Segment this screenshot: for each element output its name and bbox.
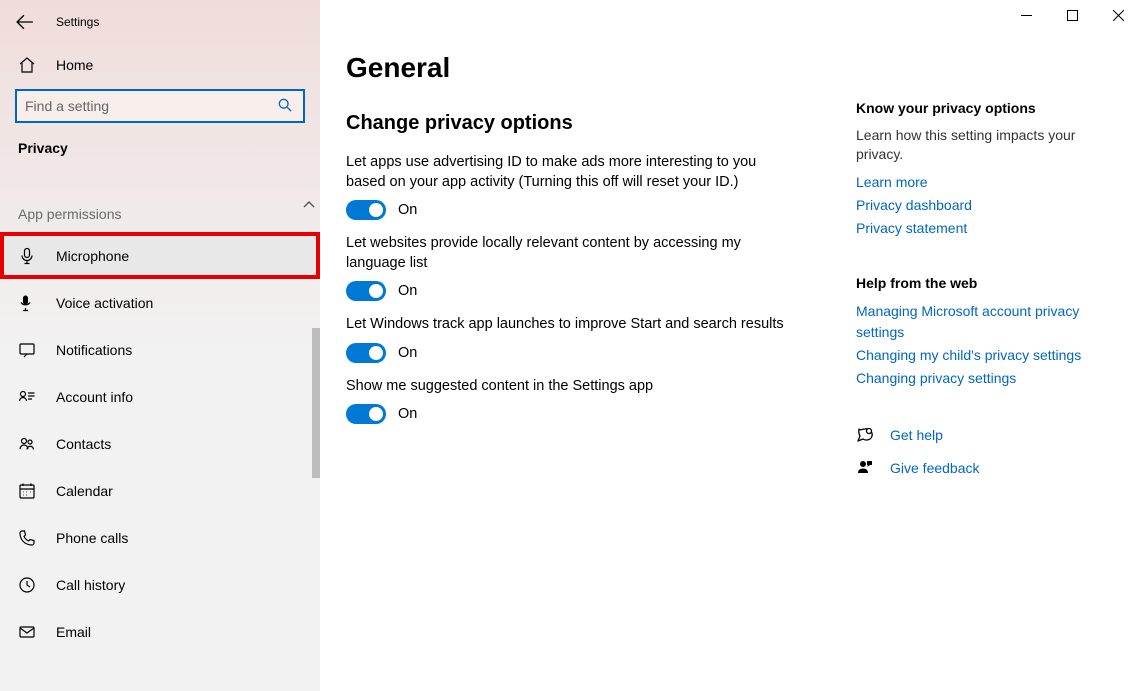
section-title: Change privacy options (346, 112, 846, 135)
option-description: Show me suggested content in the Setting… (346, 377, 786, 397)
back-icon[interactable] (16, 13, 34, 31)
toggle-state-label: On (398, 202, 417, 218)
page-title: General (346, 52, 846, 84)
give-feedback-link[interactable]: Give feedback (890, 458, 980, 479)
sidebar-item-label: Call history (56, 577, 125, 593)
calendar-icon (18, 482, 36, 500)
sidebar-item-label: Phone calls (56, 530, 128, 546)
sidebar-item-voice-activation[interactable]: Voice activation (0, 279, 320, 326)
phone-icon (18, 529, 36, 547)
sidebar-item-email[interactable]: Email (0, 608, 320, 655)
feedback-icon (856, 459, 874, 477)
toggle-app-launches[interactable] (346, 343, 386, 363)
toggle-state-label: On (398, 283, 417, 299)
call-history-icon (18, 576, 36, 594)
sidebar-item-label: Microphone (56, 248, 129, 264)
home-icon (18, 56, 36, 74)
sidebar-scrollbar-thumb[interactable] (312, 328, 320, 478)
contacts-icon (18, 435, 36, 453)
learn-more-link[interactable]: Learn more (856, 172, 1116, 193)
option-description: Let Windows track app launches to improv… (346, 315, 786, 335)
sidebar-item-microphone[interactable]: Microphone (0, 232, 320, 279)
sidebar-item-call-history[interactable]: Call history (0, 561, 320, 608)
voice-icon (18, 294, 36, 312)
app-permissions-header: App permissions (0, 170, 320, 232)
sidebar-item-label: Email (56, 624, 91, 640)
toggle-suggested-content[interactable] (346, 404, 386, 424)
know-privacy-text: Learn how this setting impacts your priv… (856, 126, 1116, 164)
help-link[interactable]: Changing my child's privacy settings (856, 345, 1116, 366)
sidebar: Settings Home Privacy App permissions M (0, 0, 320, 691)
privacy-category-title: Privacy (0, 140, 320, 170)
sidebar-item-notifications[interactable]: Notifications (0, 326, 320, 373)
help-link[interactable]: Changing privacy settings (856, 368, 1116, 389)
toggle-language-list[interactable] (346, 281, 386, 301)
sidebar-item-contacts[interactable]: Contacts (0, 420, 320, 467)
minimize-button[interactable] (1003, 0, 1049, 30)
toggle-state-label: On (398, 345, 417, 361)
sidebar-item-phone-calls[interactable]: Phone calls (0, 514, 320, 561)
option-description: Let websites provide locally relevant co… (346, 234, 786, 273)
search-icon[interactable] (278, 98, 292, 112)
know-privacy-heading: Know your privacy options (856, 100, 1116, 116)
get-help-link[interactable]: Get help (890, 425, 943, 446)
sidebar-item-label: Voice activation (56, 295, 153, 311)
toggle-advertising-id[interactable] (346, 200, 386, 220)
home-nav[interactable]: Home (0, 44, 320, 86)
home-label: Home (56, 57, 93, 73)
sidebar-item-label: Contacts (56, 436, 111, 452)
toggle-state-label: On (398, 406, 417, 422)
sidebar-item-label: Calendar (56, 483, 113, 499)
close-button[interactable] (1095, 0, 1141, 30)
notifications-icon (18, 341, 36, 359)
get-help-icon (856, 426, 874, 444)
microphone-icon (18, 247, 36, 265)
content-area: General Change privacy options Let apps … (320, 0, 1141, 691)
help-web-heading: Help from the web (856, 275, 1116, 291)
privacy-statement-link[interactable]: Privacy statement (856, 218, 1116, 239)
search-input[interactable] (16, 90, 304, 122)
account-info-icon (18, 388, 36, 406)
sidebar-item-calendar[interactable]: Calendar (0, 467, 320, 514)
sidebar-item-label: Notifications (56, 342, 132, 358)
window-title: Settings (56, 15, 99, 29)
maximize-button[interactable] (1049, 0, 1095, 30)
chevron-up-icon[interactable] (302, 198, 316, 212)
option-description: Let apps use advertising ID to make ads … (346, 153, 786, 192)
email-icon (18, 623, 36, 641)
sidebar-item-label: Account info (56, 389, 133, 405)
privacy-dashboard-link[interactable]: Privacy dashboard (856, 195, 1116, 216)
sidebar-item-account-info[interactable]: Account info (0, 373, 320, 420)
help-link[interactable]: Managing Microsoft account privacy setti… (856, 301, 1116, 343)
